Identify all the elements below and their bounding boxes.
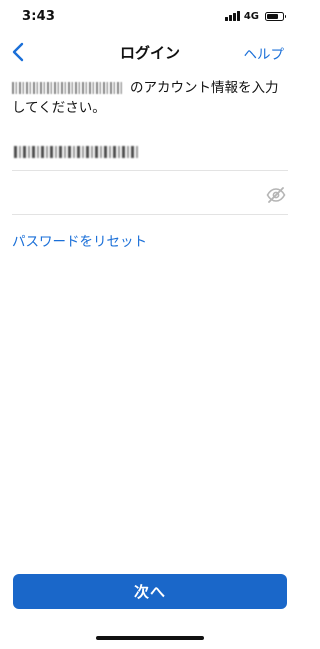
status-bar: 3:43 4G — [0, 0, 300, 32]
network-label: 4G — [243, 10, 259, 22]
battery-fill — [267, 13, 278, 19]
cellular-signal-icon — [225, 11, 240, 21]
battery-icon — [265, 11, 286, 21]
help-link[interactable]: ヘルプ — [244, 43, 285, 63]
password-visibility-toggle[interactable] — [264, 184, 288, 206]
instruction-text: のアカウント情報を入力してください。 — [12, 78, 290, 118]
status-indicators: 4G — [225, 10, 286, 22]
password-input[interactable] — [12, 182, 252, 208]
status-time: 3:43 — [22, 9, 56, 24]
redacted-username — [14, 146, 138, 158]
password-row — [12, 176, 288, 215]
navigation-bar: ログイン ヘルプ — [0, 32, 300, 72]
next-button[interactable]: 次へ — [13, 574, 287, 609]
eye-slash-icon — [266, 187, 286, 203]
redacted-account-name — [12, 82, 122, 94]
home-indicator[interactable] — [96, 636, 204, 640]
username-row — [12, 140, 288, 171]
reset-password-link[interactable]: パスワードをリセット — [12, 230, 147, 250]
